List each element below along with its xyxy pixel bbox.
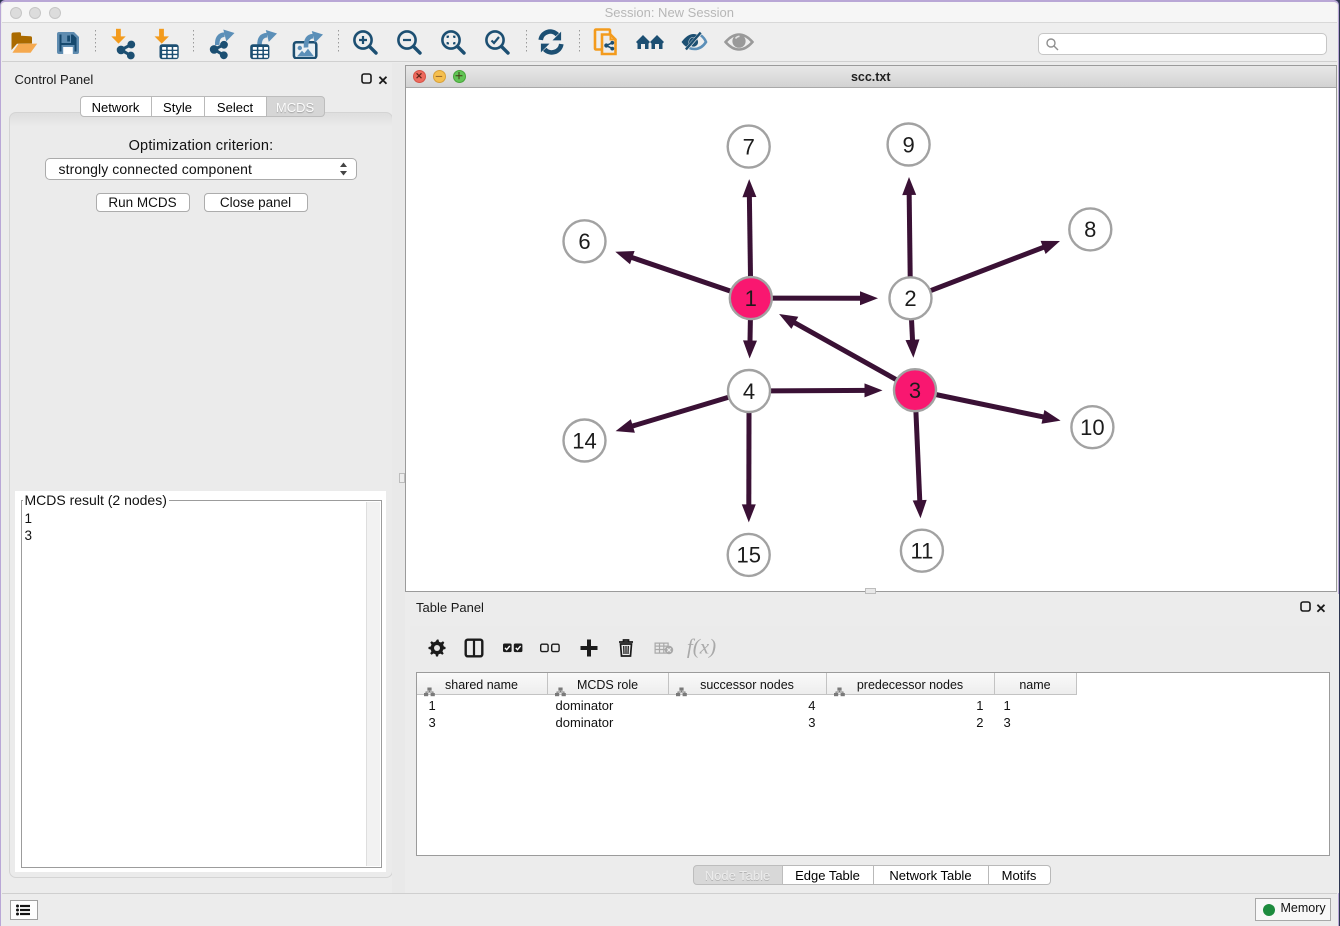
svg-text:11: 11 xyxy=(910,539,933,564)
svg-text:9: 9 xyxy=(902,132,914,157)
svg-text:6: 6 xyxy=(578,229,590,254)
svg-text:8: 8 xyxy=(1084,217,1096,242)
svg-text:7: 7 xyxy=(742,134,754,159)
svg-text:3: 3 xyxy=(908,378,920,403)
svg-text:14: 14 xyxy=(572,428,596,453)
svg-text:1: 1 xyxy=(744,286,756,311)
svg-text:2: 2 xyxy=(904,286,916,311)
svg-text:15: 15 xyxy=(736,543,760,568)
svg-text:4: 4 xyxy=(742,379,754,404)
svg-text:10: 10 xyxy=(1080,415,1104,440)
